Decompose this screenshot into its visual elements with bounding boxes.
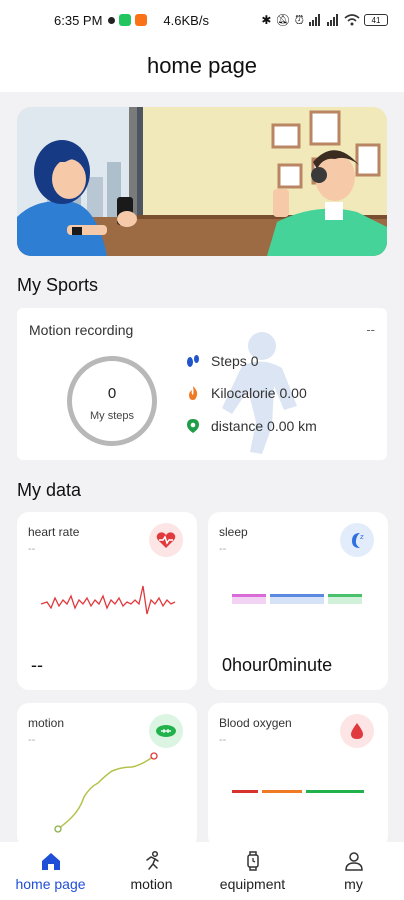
mute-icon: 🔕︎	[275, 13, 291, 27]
stat-steps-label: Steps 0	[211, 353, 259, 369]
nav-my[interactable]: my	[303, 842, 404, 900]
sleep-value: 0hour0minute	[222, 655, 333, 675]
motion-sub: --	[28, 734, 36, 746]
nav-motion[interactable]: motion	[101, 842, 202, 900]
status-time: 6:35 PM	[54, 12, 103, 28]
sleep-title: sleep	[219, 525, 248, 539]
wechat-icon	[119, 14, 132, 26]
motion-recording-label: Motion recording	[29, 322, 134, 338]
nav-equipment[interactable]: equipment	[202, 842, 303, 900]
my-sports-title: My Sports	[17, 275, 99, 295]
motion-title: motion	[28, 716, 65, 730]
blood-oxygen-card[interactable]: Blood oxygen --	[208, 703, 388, 848]
page-title: home page	[146, 53, 258, 78]
sleep-card[interactable]: sleep -- z 0hour0minute	[208, 512, 388, 690]
nav-equipment-label: equipment	[219, 876, 286, 892]
home-icon	[41, 853, 60, 870]
blood-oxygen-bars-chart	[232, 790, 364, 793]
motion-recording-card[interactable]: Motion recording -- 0 My steps Steps 0 K…	[17, 308, 387, 460]
heart-rate-sparkline	[40, 585, 176, 615]
signal-icon	[309, 14, 320, 26]
app-notification-icon	[135, 14, 148, 26]
banner-image[interactable]	[17, 107, 387, 256]
nav-my-label: my	[344, 876, 363, 892]
motion-recording-value: --	[366, 322, 375, 337]
location-pin-icon	[187, 419, 199, 433]
stat-kilocalorie-label: Kilocalorie 0.00	[211, 385, 307, 401]
rugby-ball-icon	[149, 714, 183, 748]
footprint-icon	[187, 355, 199, 367]
moon-icon: z	[340, 523, 374, 557]
flame-icon	[189, 386, 198, 400]
status-bar: 6:35 PM 4.6KB/s ✱ 🔕︎ ⏰︎ 41	[0, 0, 404, 40]
motion-trend-chart	[54, 752, 158, 833]
notification-dot-icon	[108, 16, 116, 24]
heart-rate-title: heart rate	[28, 525, 80, 539]
svg-text:z: z	[360, 533, 364, 541]
stat-distance: distance 0.00 km	[185, 418, 317, 434]
heart-rate-sub: --	[28, 543, 36, 555]
wifi-icon	[344, 14, 360, 26]
heart-rate-card[interactable]: heart rate -- --	[17, 512, 197, 690]
sleep-sub: --	[219, 543, 227, 555]
signal-icon-2	[327, 14, 338, 26]
nav-motion-label: motion	[130, 876, 173, 892]
nav-home-page-label: home page	[15, 876, 86, 892]
sleep-bars-chart	[232, 594, 362, 604]
system-icons: ✱ 🔕︎ ⏰︎ 41	[261, 13, 388, 28]
steps-ring: 0 My steps	[67, 356, 157, 446]
blood-oxygen-title: Blood oxygen	[219, 716, 292, 730]
watch-icon	[246, 851, 259, 871]
bluetooth-icon: ✱	[261, 13, 272, 27]
running-icon	[145, 850, 159, 870]
page-header: home page	[0, 40, 404, 92]
stat-distance-label: distance 0.00 km	[211, 418, 317, 434]
banner-illustration	[17, 107, 387, 256]
heart-icon	[149, 523, 183, 557]
network-speed: 4.6KB/s	[163, 12, 209, 28]
battery-icon: 41	[364, 14, 388, 26]
alarm-icon: ⏰︎	[294, 12, 304, 27]
motion-card[interactable]: motion --	[17, 703, 197, 848]
stat-steps: Steps 0	[185, 353, 258, 369]
bottom-navigation: home page motion equipment my	[0, 842, 404, 900]
nav-home-page[interactable]: home page	[0, 842, 101, 900]
steps-ring-label: My steps	[89, 409, 134, 422]
stat-kilocalorie: Kilocalorie 0.00	[185, 385, 307, 401]
battery-level: 41	[371, 15, 381, 25]
steps-ring-value: 0	[107, 384, 117, 402]
blood-drop-icon	[340, 714, 374, 748]
my-data-title: My data	[17, 480, 82, 500]
heart-rate-value: --	[31, 655, 43, 675]
person-icon	[344, 852, 363, 871]
blood-oxygen-sub: --	[219, 734, 227, 746]
